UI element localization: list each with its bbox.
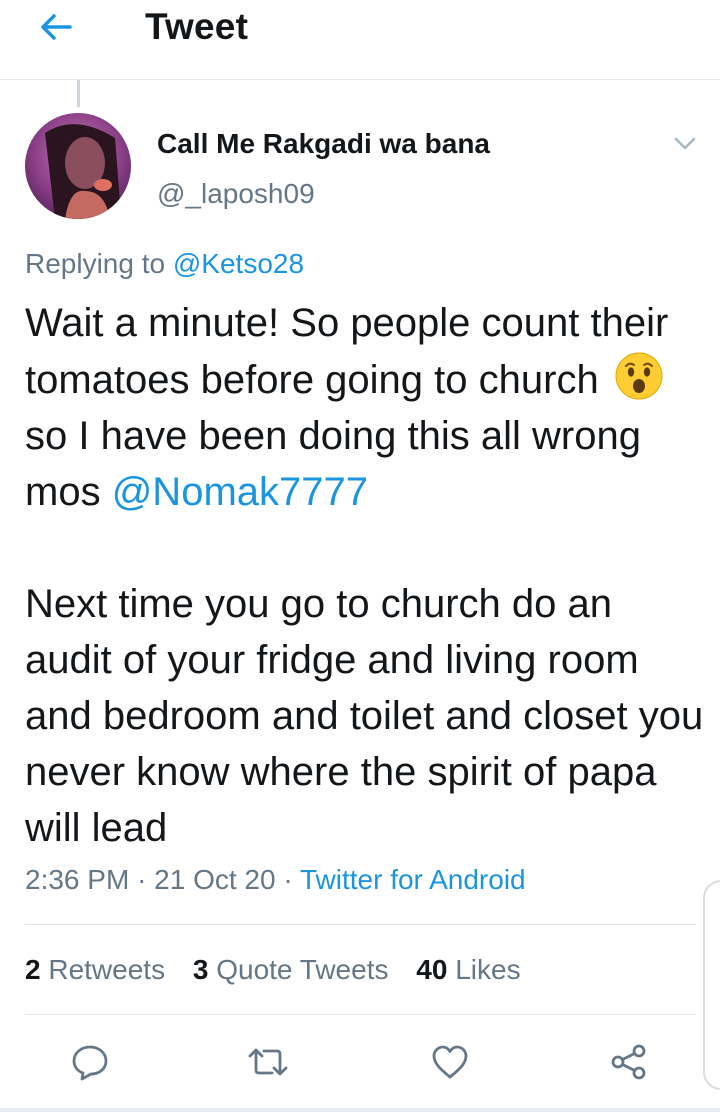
replying-to: Replying to @Ketso28: [25, 248, 304, 280]
tweet-text: Wait a minute! So people count their tom…: [25, 295, 705, 856]
share-icon: [611, 1044, 646, 1080]
hushed-face-emoji-icon: [614, 351, 664, 401]
retweets-label: Retweets: [48, 954, 166, 985]
screen-edge: [703, 880, 720, 1090]
tweet-time: 2:36 PM: [25, 864, 130, 895]
user-handle[interactable]: @_laposh09: [157, 178, 315, 210]
retweet-button[interactable]: [246, 1042, 290, 1082]
quote-tweets-label: Quote Tweets: [216, 954, 389, 985]
meta-separator: ·: [283, 864, 293, 895]
back-button[interactable]: [36, 8, 76, 48]
like-button[interactable]: [428, 1042, 472, 1082]
divider: [25, 1014, 696, 1015]
tweet-meta: 2:36 PM · 21 Oct 20 · Twitter for Androi…: [25, 864, 526, 896]
replying-prefix: Replying to: [25, 248, 166, 279]
avatar[interactable]: [25, 113, 131, 219]
back-arrow-icon: [41, 14, 72, 40]
meta-separator: ·: [137, 864, 147, 895]
reply-icon: [72, 1045, 108, 1081]
more-options-button[interactable]: [672, 134, 698, 154]
retweet-icon: [248, 1048, 288, 1076]
tweet-source-link[interactable]: Twitter for Android: [300, 864, 526, 895]
tweet-text-part1: Wait a minute! So people count their tom…: [25, 301, 669, 402]
display-name[interactable]: Call Me Rakgadi wa bana: [157, 128, 490, 160]
mention-link[interactable]: @Nomak7777: [112, 470, 368, 514]
page-title: Tweet: [145, 6, 249, 47]
retweets-count: 2: [25, 954, 41, 985]
retweets-stat[interactable]: 2 Retweets: [25, 954, 165, 985]
tweet-date: 21 Oct 20: [154, 864, 276, 895]
quote-tweets-stat[interactable]: 3 Quote Tweets: [193, 954, 389, 985]
share-button[interactable]: [607, 1042, 651, 1082]
bottom-divider: [0, 1108, 720, 1112]
tweet-text-paragraph2: Next time you go to church do an audit o…: [25, 582, 704, 850]
divider: [25, 924, 696, 925]
likes-count: 40: [416, 954, 448, 985]
quote-tweets-count: 3: [192, 954, 209, 985]
likes-label: Likes: [455, 954, 521, 985]
top-bar: Tweet: [0, 0, 720, 80]
chevron-down-icon: [674, 137, 696, 150]
thread-connector: [77, 80, 80, 107]
tweet-stats: 2 Retweets 3 Quote Tweets 40 Likes: [25, 954, 541, 986]
reply-button[interactable]: [68, 1042, 112, 1082]
heart-icon: [432, 1045, 468, 1079]
likes-stat[interactable]: 40 Likes: [416, 954, 520, 985]
replying-to-link[interactable]: @Ketso28: [173, 248, 304, 279]
